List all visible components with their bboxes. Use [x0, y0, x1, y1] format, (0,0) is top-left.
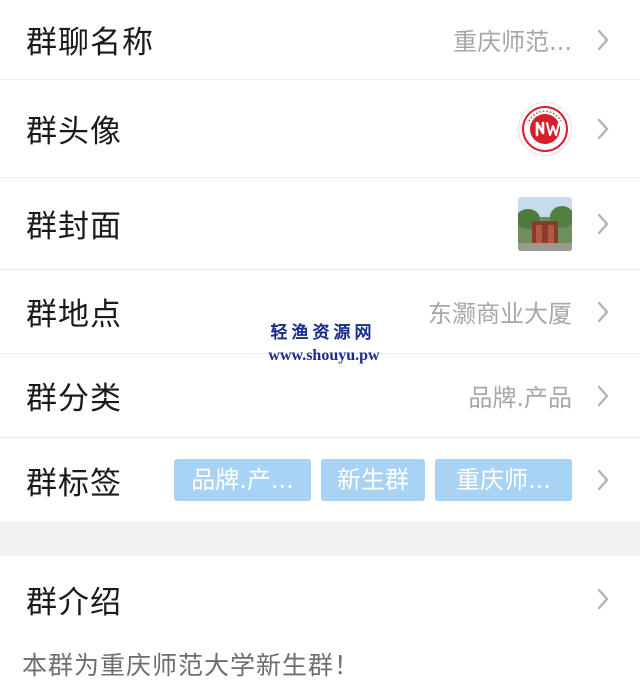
group-category-right: 品牌.产品 [122, 378, 616, 413]
group-tag[interactable]: 新生群 [321, 459, 425, 501]
group-location-value: 东灏商业大厦 [428, 300, 572, 328]
chevron-right-icon [590, 583, 616, 615]
group-name-label: 群聊名称 [26, 25, 154, 61]
group-tag[interactable]: 品牌.产... [174, 459, 311, 501]
group-avatar-label: 群头像 [26, 114, 122, 150]
section-separator [0, 522, 640, 556]
university-logo-icon [518, 101, 572, 156]
group-intro-row[interactable]: 群介绍 [0, 556, 640, 642]
group-intro-label: 群介绍 [26, 584, 122, 621]
chevron-right-icon [590, 380, 616, 412]
chevron-right-icon [590, 464, 616, 496]
group-category-label: 群分类 [26, 381, 122, 417]
group-name-row[interactable]: 群聊名称 重庆师范... [0, 0, 640, 80]
group-settings-list: 群聊名称 重庆师范... 群头像 群封面 群地点 东灏商业大厦 群分类 品牌.产… [0, 0, 640, 522]
group-name-value: 重庆师范... [453, 28, 572, 56]
chevron-right-icon [590, 113, 616, 145]
group-tags-label: 群标签 [26, 465, 122, 502]
campus-photo-thumbnail [518, 196, 572, 251]
group-cover-label: 群封面 [26, 209, 122, 245]
group-intro-right [122, 583, 616, 615]
chevron-right-icon [590, 296, 616, 328]
group-name-right: 重庆师范... [154, 22, 616, 57]
group-tag[interactable]: 重庆师... [435, 459, 572, 501]
group-location-row[interactable]: 群地点 东灏商业大厦 [0, 270, 640, 354]
chevron-right-icon [590, 208, 616, 240]
group-location-label: 群地点 [26, 297, 122, 333]
group-cover-row[interactable]: 群封面 [0, 178, 640, 270]
group-tags-right: 品牌.产... 新生群 重庆师... [122, 459, 616, 501]
chevron-right-icon [590, 24, 616, 56]
group-intro-text: 本群为重庆师范大学新生群！ [22, 651, 361, 680]
group-cover-right [122, 196, 616, 251]
group-avatar-row[interactable]: 群头像 [0, 80, 640, 178]
group-tags-row[interactable]: 群标签 品牌.产... 新生群 重庆师... [0, 438, 640, 522]
group-category-value: 品牌.产品 [468, 384, 572, 412]
group-intro-section: 群介绍 本群为重庆师范大学新生群！ [0, 556, 640, 682]
group-category-row[interactable]: 群分类 品牌.产品 [0, 354, 640, 438]
group-location-right: 东灏商业大厦 [122, 294, 616, 329]
group-avatar-right [122, 101, 616, 156]
